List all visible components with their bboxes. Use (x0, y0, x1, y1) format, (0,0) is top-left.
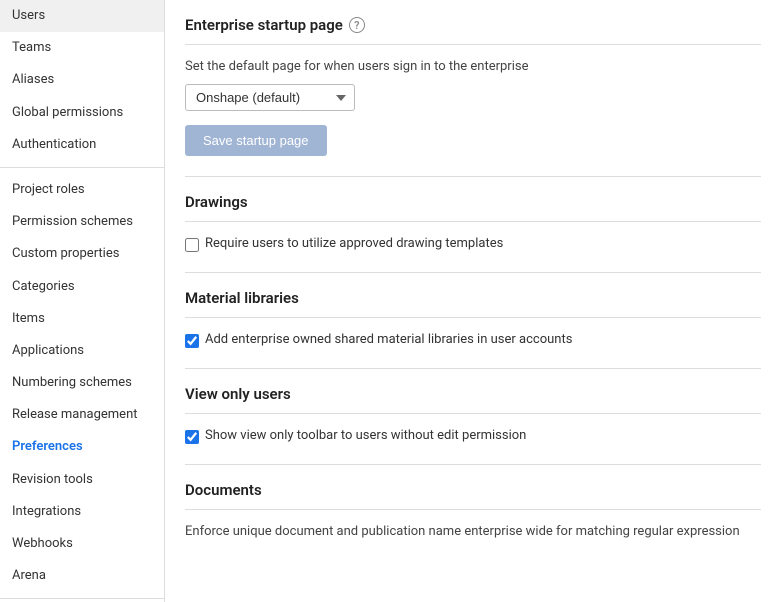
sidebar-item-project-roles[interactable]: Project roles (0, 174, 164, 206)
material-libraries-checkbox[interactable] (185, 334, 199, 348)
sidebar-item-permission-schemes[interactable]: Permission schemes (0, 206, 164, 238)
sidebar-item-numbering-schemes[interactable]: Numbering schemes (0, 367, 164, 399)
sidebar-group-top: Users Teams Aliases Global permissions A… (0, 0, 164, 161)
drawings-title-text: Drawings (185, 193, 248, 211)
documents-title: Documents (185, 481, 761, 510)
sidebar-item-users[interactable]: Users (0, 0, 164, 32)
view-only-title: View only users (185, 385, 761, 414)
material-libraries-title-text: Material libraries (185, 289, 299, 307)
sidebar-item-revision-tools[interactable]: Revision tools (0, 464, 164, 496)
sidebar-group-middle: Project roles Permission schemes Custom … (0, 174, 164, 592)
separator-1 (185, 176, 761, 177)
material-libraries-title: Material libraries (185, 289, 761, 318)
separator-2 (185, 272, 761, 273)
sidebar-item-global-permissions[interactable]: Global permissions (0, 97, 164, 129)
material-libraries-checkbox-row: Add enterprise owned shared material lib… (185, 332, 761, 348)
sidebar-item-webhooks[interactable]: Webhooks (0, 528, 164, 560)
documents-description: Enforce unique document and publication … (185, 524, 761, 539)
view-only-section: View only users Show view only toolbar t… (185, 385, 761, 444)
save-startup-button[interactable]: Save startup page (185, 125, 327, 156)
sidebar-divider-1 (0, 167, 164, 168)
sidebar-item-teams[interactable]: Teams (0, 32, 164, 64)
view-only-title-text: View only users (185, 385, 291, 403)
sidebar-divider-2 (0, 598, 164, 599)
drawings-title: Drawings (185, 193, 761, 222)
view-only-checkbox[interactable] (185, 430, 199, 444)
startup-page-title-text: Enterprise startup page (185, 16, 343, 34)
startup-page-title: Enterprise startup page ? (185, 16, 761, 45)
drawings-checkbox[interactable] (185, 238, 199, 252)
drawings-checkbox-row: Require users to utilize approved drawin… (185, 236, 761, 252)
drawings-checkbox-label: Require users to utilize approved drawin… (205, 236, 503, 251)
documents-section: Documents Enforce unique document and pu… (185, 481, 761, 539)
drawings-section: Drawings Require users to utilize approv… (185, 193, 761, 252)
sidebar-item-arena[interactable]: Arena (0, 560, 164, 592)
startup-dropdown-wrapper: Onshape (default) Documents Dashboard (185, 84, 761, 111)
sidebar-item-integrations[interactable]: Integrations (0, 496, 164, 528)
material-libraries-section: Material libraries Add enterprise owned … (185, 289, 761, 348)
main-content: Enterprise startup page ? Set the defaul… (165, 0, 781, 602)
startup-page-dropdown[interactable]: Onshape (default) Documents Dashboard (185, 84, 355, 111)
separator-4 (185, 464, 761, 465)
view-only-checkbox-row: Show view only toolbar to users without … (185, 428, 761, 444)
startup-description: Set the default page for when users sign… (185, 59, 761, 74)
documents-title-text: Documents (185, 481, 262, 499)
view-only-checkbox-label: Show view only toolbar to users without … (205, 428, 526, 443)
material-libraries-checkbox-label: Add enterprise owned shared material lib… (205, 332, 572, 347)
help-icon[interactable]: ? (349, 17, 365, 33)
sidebar-item-applications[interactable]: Applications (0, 335, 164, 367)
sidebar-item-custom-properties[interactable]: Custom properties (0, 238, 164, 270)
sidebar: Users Teams Aliases Global permissions A… (0, 0, 165, 602)
sidebar-item-aliases[interactable]: Aliases (0, 64, 164, 96)
sidebar-item-preferences[interactable]: Preferences (0, 431, 164, 463)
separator-3 (185, 368, 761, 369)
sidebar-item-release-management[interactable]: Release management (0, 399, 164, 431)
sidebar-item-authentication[interactable]: Authentication (0, 129, 164, 161)
sidebar-item-items[interactable]: Items (0, 303, 164, 335)
sidebar-item-categories[interactable]: Categories (0, 271, 164, 303)
startup-page-section: Enterprise startup page ? Set the defaul… (185, 16, 761, 156)
